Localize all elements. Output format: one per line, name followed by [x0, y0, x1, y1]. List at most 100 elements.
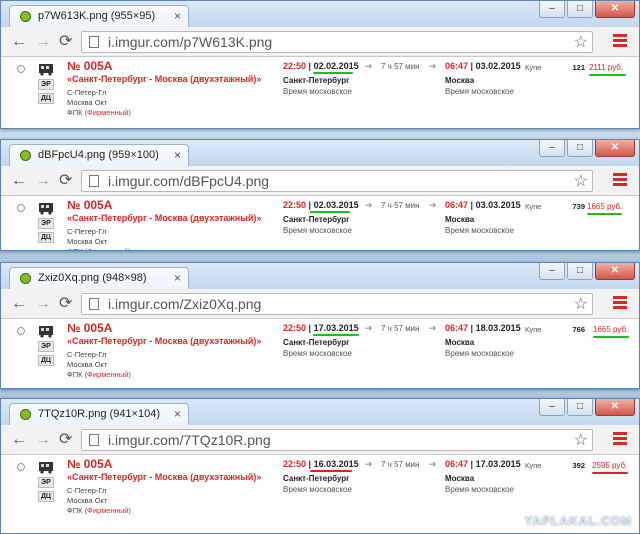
close-window-button[interactable]: ✕: [595, 1, 635, 18]
train-number[interactable]: № 005А: [67, 59, 112, 73]
back-icon[interactable]: ←: [11, 33, 27, 51]
tab-title: Zxiz0Xq.png (948×98): [38, 272, 147, 284]
train-number[interactable]: № 005А: [67, 198, 112, 212]
departure-datetime: 22:50 | 02.02.2015: [283, 61, 359, 71]
back-icon[interactable]: ←: [11, 295, 27, 313]
tab-close-icon[interactable]: ×: [174, 148, 181, 162]
ticket-price[interactable]: 2111 руб.: [589, 63, 623, 72]
badge-er: ЭР: [38, 218, 54, 229]
favicon-icon: [20, 150, 31, 161]
ticket-price[interactable]: 1665 руб.: [587, 202, 622, 211]
reload-icon[interactable]: ⟳: [59, 172, 72, 190]
forward-icon[interactable]: →: [35, 295, 51, 313]
watermark: YAPLAKAL.COM: [524, 514, 632, 528]
departure-city: Санкт-Петербург: [283, 474, 350, 483]
back-icon[interactable]: ←: [11, 431, 27, 449]
ticket-price[interactable]: 1665 руб.: [593, 325, 628, 334]
reload-icon[interactable]: ⟳: [59, 431, 72, 449]
maximize-button[interactable]: □: [567, 1, 593, 18]
address-bar[interactable]: i.imgur.com/dBFpcU4.png ☆: [81, 170, 593, 192]
select-radio[interactable]: [17, 65, 25, 73]
from-station: С-Петер-Гл: [67, 227, 107, 236]
minimize-button[interactable]: –: [539, 1, 565, 18]
browser-toolbar: ← → ⟳ i.imgur.com/dBFpcU4.png ☆: [1, 166, 639, 196]
select-radio[interactable]: [17, 204, 25, 212]
address-bar[interactable]: i.imgur.com/p7W613K.png ☆: [81, 31, 593, 53]
forward-icon[interactable]: →: [35, 172, 51, 190]
train-row: ЭР ДЦ № 005А «Санкт-Петербург - Москва (…: [1, 57, 639, 128]
browser-tab[interactable]: Zxiz0Xq.png (948×98) ×: [9, 267, 189, 289]
page-icon: [89, 175, 99, 187]
departure-datetime: 22:50 | 16.03.2015: [283, 459, 359, 469]
arrow-icon: ➔: [429, 200, 437, 210]
arrow-icon: ➔: [365, 61, 373, 71]
select-radio[interactable]: [17, 327, 25, 335]
train-name[interactable]: «Санкт-Петербург - Москва (двухэтажный)»: [67, 74, 261, 84]
car-class: Купе: [525, 63, 542, 72]
minimize-button[interactable]: –: [539, 263, 565, 280]
train-number[interactable]: № 005А: [67, 457, 112, 471]
ticket-price[interactable]: 2595 руб.: [592, 461, 627, 470]
train-name[interactable]: «Санкт-Петербург - Москва (двухэтажный)»: [67, 213, 261, 223]
train-icon: [39, 462, 53, 474]
badge-er: ЭР: [38, 477, 54, 488]
from-station: С-Петер-Гл: [67, 350, 107, 359]
badge-dc: ДЦ: [38, 355, 54, 366]
separator: |: [470, 61, 474, 71]
operator: ФПК (Фирменный): [67, 108, 131, 117]
reload-icon[interactable]: ⟳: [59, 33, 72, 51]
departure-date: 02.02.2015: [313, 61, 359, 71]
menu-icon[interactable]: [613, 173, 627, 188]
close-window-button[interactable]: ✕: [595, 140, 635, 157]
bookmark-star-icon[interactable]: ☆: [574, 430, 588, 450]
title-bar: p7W613K.png (955×95) × – □ ✕: [1, 1, 639, 27]
select-radio[interactable]: [17, 463, 25, 471]
price-underline: [587, 213, 622, 215]
train-name[interactable]: «Санкт-Петербург - Москва (двухэтажный)»: [67, 472, 261, 482]
seats-available: 392: [572, 461, 585, 470]
favicon-icon: [20, 409, 31, 420]
train-number[interactable]: № 005А: [67, 321, 112, 335]
tab-close-icon[interactable]: ×: [174, 407, 181, 421]
menu-icon[interactable]: [613, 34, 627, 49]
train-name[interactable]: «Санкт-Петербург - Москва (двухэтажный)»: [67, 336, 261, 346]
close-window-button[interactable]: ✕: [595, 399, 635, 416]
back-icon[interactable]: ←: [11, 172, 27, 190]
browser-tab[interactable]: p7W613K.png (955×95) ×: [9, 5, 189, 27]
badge-dc: ДЦ: [38, 232, 54, 243]
operator: ФПК (Фирменный): [67, 506, 131, 515]
close-window-button[interactable]: ✕: [595, 263, 635, 280]
arrival-time: 06:47: [445, 323, 469, 333]
browser-tab[interactable]: 7TQz10R.png (941×104) ×: [9, 403, 189, 425]
price-underline: [589, 74, 626, 76]
favicon-icon: [20, 11, 31, 22]
maximize-button[interactable]: □: [567, 263, 593, 280]
forward-icon[interactable]: →: [35, 431, 51, 449]
address-bar[interactable]: i.imgur.com/7TQz10R.png ☆: [81, 429, 593, 451]
badge-dc: ДЦ: [38, 491, 54, 502]
menu-icon[interactable]: [613, 432, 627, 447]
arrival-datetime: 06:47 | 03.02.2015: [445, 61, 521, 71]
address-bar[interactable]: i.imgur.com/Zxiz0Xq.png ☆: [81, 293, 593, 315]
url-text: i.imgur.com/p7W613K.png: [108, 34, 273, 50]
operator-name: ФПК: [67, 108, 83, 117]
browser-tab[interactable]: dBFpcU4.png (959×100) ×: [9, 144, 189, 166]
bookmark-star-icon[interactable]: ☆: [574, 294, 588, 314]
price-underline: [592, 472, 628, 474]
browser-toolbar: ← → ⟳ i.imgur.com/7TQz10R.png ☆: [1, 425, 639, 455]
reload-icon[interactable]: ⟳: [59, 295, 72, 313]
minimize-button[interactable]: –: [539, 140, 565, 157]
maximize-button[interactable]: □: [567, 399, 593, 416]
arrow-icon: ➔: [429, 323, 437, 333]
tab-close-icon[interactable]: ×: [174, 271, 181, 285]
menu-icon[interactable]: [613, 296, 627, 311]
maximize-button[interactable]: □: [567, 140, 593, 157]
tab-close-icon[interactable]: ×: [174, 9, 181, 23]
departure-datetime: 22:50 | 17.03.2015: [283, 323, 359, 333]
minimize-button[interactable]: –: [539, 399, 565, 416]
bookmark-star-icon[interactable]: ☆: [574, 32, 588, 52]
bookmark-star-icon[interactable]: ☆: [574, 171, 588, 191]
tab-title: p7W613K.png (955×95): [38, 10, 156, 22]
forward-icon[interactable]: →: [35, 33, 51, 51]
url-text: i.imgur.com/7TQz10R.png: [108, 432, 271, 448]
